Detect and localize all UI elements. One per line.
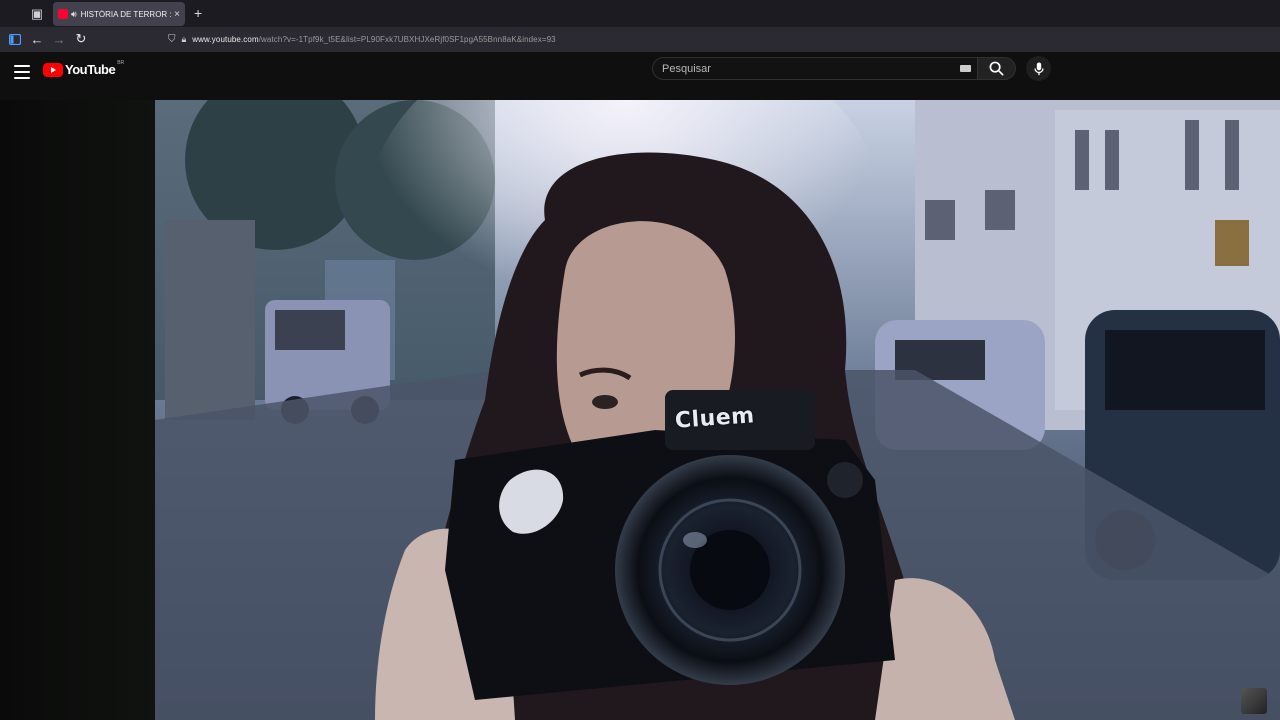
search-input[interactable]: [662, 62, 942, 75]
back-arrow-icon[interactable]: ←: [28, 30, 46, 48]
youtube-play-icon: [43, 62, 63, 77]
tab-close-icon[interactable]: ×: [174, 9, 180, 20]
new-tab-button[interactable]: +: [194, 5, 202, 21]
page-left-margin: [0, 100, 155, 720]
sidebar-toggle-icon[interactable]: [6, 30, 24, 48]
address-bar[interactable]: ⛉ 🔒︎ www.youtube.com/watch?v=-1Tpf9k_t5E…: [162, 30, 1272, 49]
shield-icon[interactable]: ⛉: [168, 34, 176, 45]
tab-title: HISTÓRIA DE TERROR : A C: [80, 9, 171, 19]
url-path: /watch?v=-1Tpf9k_t5E&list=PL90Fxk7UBXHJX…: [258, 35, 556, 44]
browser-tab-strip: ▣ 🔊︎ HISTÓRIA DE TERROR : A C × +: [0, 0, 1280, 27]
youtube-logo[interactable]: YouTube BR: [43, 59, 125, 77]
reload-icon[interactable]: ↻: [72, 30, 90, 48]
url-text[interactable]: www.youtube.com/watch?v=-1Tpf9k_t5E&list…: [192, 35, 555, 44]
lock-icon[interactable]: 🔒︎: [182, 34, 187, 45]
keyboard-icon[interactable]: [960, 65, 971, 72]
youtube-logo-text: YouTube: [65, 62, 116, 77]
search-box[interactable]: [652, 57, 978, 80]
menu-icon[interactable]: [14, 65, 30, 79]
voice-search-button[interactable]: [1026, 56, 1051, 81]
channel-watermark[interactable]: [1241, 688, 1267, 714]
speaker-icon[interactable]: 🔊︎: [71, 9, 77, 20]
youtube-favicon-icon: [58, 9, 68, 19]
browser-tab-active[interactable]: 🔊︎ HISTÓRIA DE TERROR : A C ×: [53, 2, 185, 26]
youtube-header: YouTube BR: [0, 52, 1280, 100]
search-icon: [989, 61, 1004, 76]
search-button[interactable]: [978, 57, 1016, 80]
browser-nav-bar: ← → ↻ ⛉ 🔒︎ www.youtube.com/watch?v=-1Tpf…: [0, 27, 1280, 52]
url-domain: www.youtube.com: [192, 35, 259, 44]
forward-arrow-icon[interactable]: →: [50, 30, 68, 48]
country-code: BR: [117, 59, 125, 66]
video-player[interactable]: Cluem: [155, 100, 1280, 720]
tab-list-icon[interactable]: ▣: [27, 4, 47, 24]
microphone-icon: [1033, 61, 1044, 75]
